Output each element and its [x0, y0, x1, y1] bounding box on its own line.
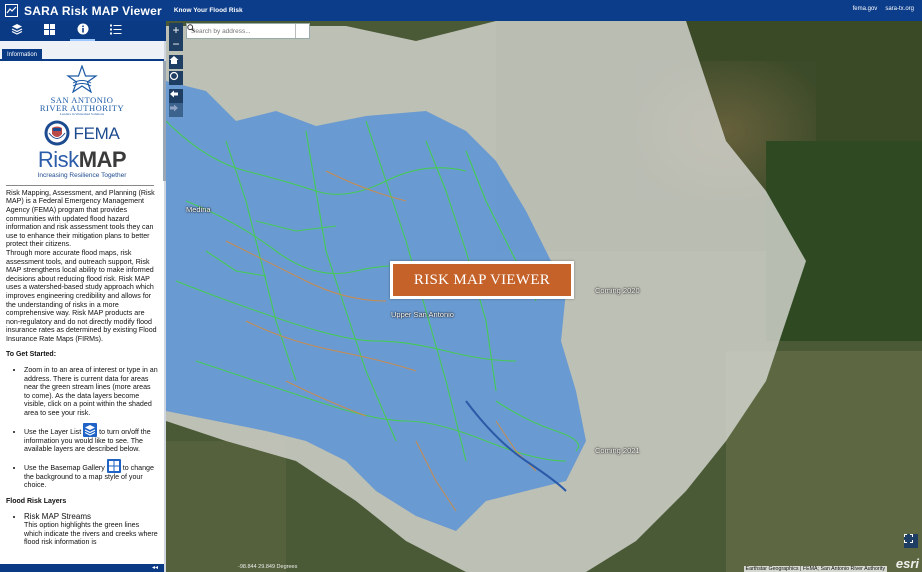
- info-icon: [77, 22, 89, 40]
- esri-logo: esri: [895, 556, 919, 571]
- tab-information[interactable]: Information: [2, 49, 43, 61]
- search-input[interactable]: [187, 24, 295, 38]
- map-label-coming-2021: Coming 2021: [595, 446, 640, 455]
- basemap-gallery-button[interactable]: [33, 21, 66, 41]
- riskmap-tagline: Increasing Resilience Together: [37, 172, 127, 180]
- next-extent-button[interactable]: [169, 103, 183, 117]
- fema-gov-link[interactable]: fema.gov: [853, 6, 878, 12]
- legend-icon: [109, 22, 122, 40]
- layers-icon[interactable]: [83, 422, 98, 437]
- know-your-flood-risk-link[interactable]: Know Your Flood Risk: [174, 7, 243, 14]
- fema-logo: FEMA: [44, 120, 120, 149]
- map-view[interactable]: + − Medina Upper San Antonio Coming 2020…: [166, 21, 922, 572]
- basemap-gallery-icon: [44, 22, 55, 40]
- step-2-text-a: Use the Layer List: [24, 427, 84, 436]
- layer-1-text: This option highlights the green lines w…: [24, 521, 158, 547]
- program-description: Risk Mapping, Assessment, and Planning (…: [6, 189, 158, 344]
- layers-button[interactable]: [0, 21, 33, 41]
- previous-extent-button[interactable]: [169, 89, 183, 103]
- app-title: SARA Risk MAP Viewer: [24, 3, 162, 18]
- app-header: SARA Risk MAP Viewer Know Your Flood Ris…: [0, 0, 922, 21]
- riskmap-wordmark: RiskMAP: [37, 147, 127, 173]
- info-button[interactable]: [66, 21, 99, 41]
- list-item: Risk MAP StreamsThis option highlights t…: [24, 511, 158, 547]
- sara-star-logo-icon: [65, 64, 99, 96]
- search-button[interactable]: [187, 24, 309, 38]
- riskmap-word-risk: Risk: [37, 147, 79, 173]
- map-label-upper-san-antonio: Upper San Antonio: [391, 310, 454, 319]
- legend-button[interactable]: [99, 21, 132, 41]
- fema-wordmark: FEMA: [73, 123, 120, 143]
- app-logo-icon: [4, 4, 18, 18]
- map-attribution: Earthstar Geographics | FEMA; San Antoni…: [743, 566, 887, 572]
- flood-risk-layers-heading: Flood Risk Layers: [6, 498, 67, 505]
- widget-toolbar: [0, 21, 166, 41]
- coordinate-readout: -98.844 29.849 Degrees: [238, 564, 298, 570]
- getting-started-list: Zoom in to an area of interest or type i…: [6, 366, 158, 490]
- collapse-panel-icon[interactable]: ◂◂: [152, 564, 158, 572]
- zoom-out-button[interactable]: −: [169, 37, 183, 51]
- sara-tagline: Leaders in Watershed Solutions: [59, 111, 105, 116]
- step-1-text: Zoom in to an area of interest or type i…: [24, 366, 158, 418]
- locate-button[interactable]: [169, 71, 183, 85]
- address-search: [186, 23, 310, 39]
- dhs-seal-icon: [44, 120, 70, 149]
- risk-map-viewer-banner: RISK MAP VIEWER: [390, 261, 574, 299]
- zoom-in-button[interactable]: +: [169, 23, 183, 37]
- description-paragraph-2: Through more accurate flood maps, risk a…: [6, 248, 157, 343]
- sara-name-line-2: RIVER AUTHORITY: [39, 102, 125, 113]
- divider: [6, 184, 154, 186]
- list-item: Use the Basemap Gallery to change the ba…: [24, 458, 158, 490]
- panel-footer: ◂◂: [0, 564, 164, 572]
- home-button[interactable]: [169, 55, 183, 69]
- logo-block: SAN ANTONIO RIVER AUTHORITY Leaders in W…: [6, 64, 158, 181]
- map-label-medina: Medina: [186, 205, 211, 214]
- layers-list: Risk MAP StreamsThis option highlights t…: [6, 511, 158, 547]
- getting-started-heading: To Get Started:: [6, 351, 57, 359]
- info-panel: Information SAN ANTONIO RIVER AUTHORITY …: [0, 41, 166, 572]
- step-3-text-a: Use the Basemap Gallery: [24, 463, 107, 472]
- list-item: Use the Layer List to turn on/off the in…: [24, 422, 158, 454]
- basemap-gallery-icon[interactable]: [106, 458, 121, 473]
- fullscreen-button[interactable]: [904, 534, 918, 548]
- header-links: fema.gov sara-tx.org: [853, 6, 914, 12]
- map-label-coming-2020: Coming 2020: [595, 286, 640, 295]
- sara-tx-link[interactable]: sara-tx.org: [885, 6, 914, 12]
- layer-1-title: Risk MAP Streams: [24, 511, 91, 521]
- panel-content: SAN ANTONIO RIVER AUTHORITY Leaders in W…: [0, 61, 164, 564]
- description-paragraph-1: Risk Mapping, Assessment, and Planning (…: [6, 188, 155, 249]
- layers-icon: [11, 22, 23, 40]
- panel-tabbar: Information: [0, 41, 164, 61]
- riskmap-word-map: MAP: [78, 147, 127, 173]
- list-item: Zoom in to an area of interest or type i…: [24, 366, 158, 418]
- zoom-controls: + −: [169, 23, 183, 51]
